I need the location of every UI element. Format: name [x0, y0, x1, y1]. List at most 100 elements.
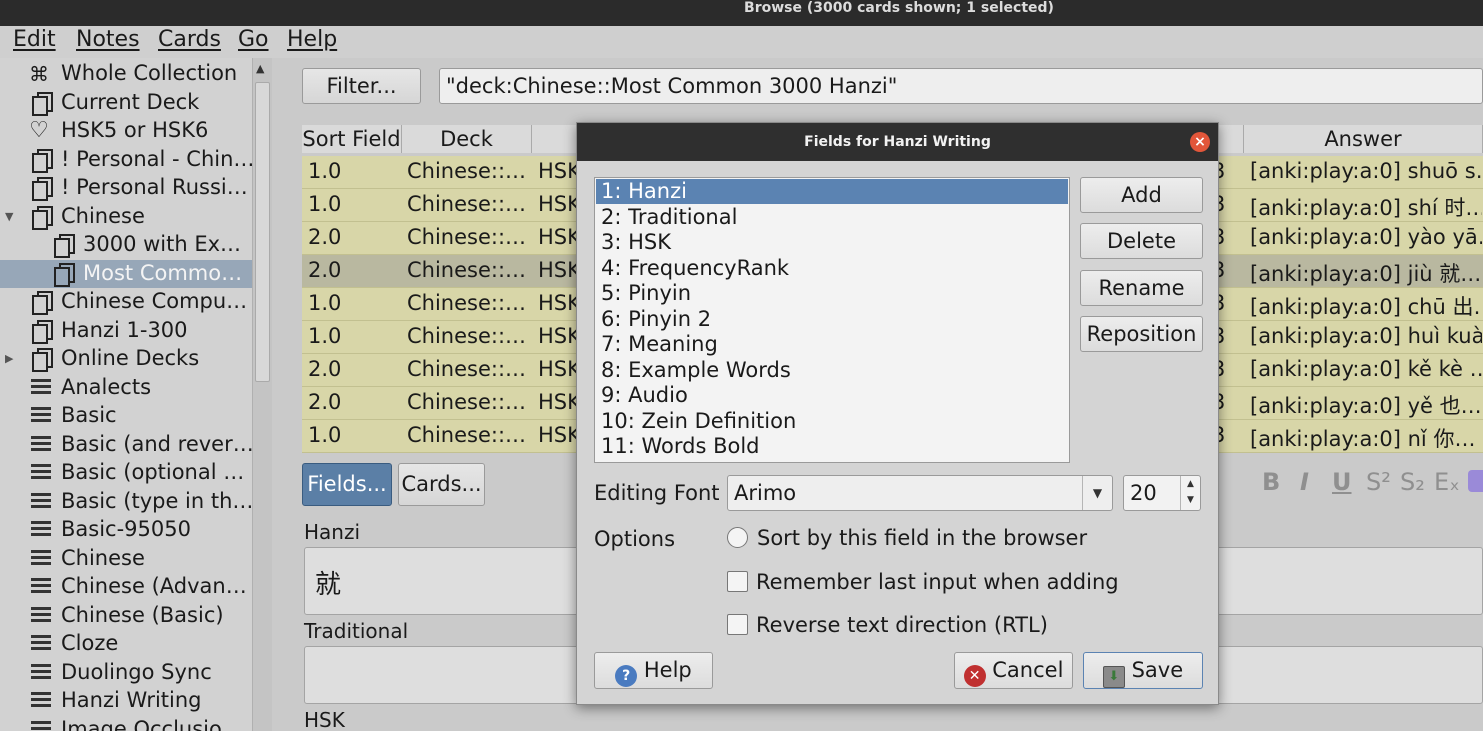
field-list-item[interactable]: 2: Traditional — [596, 205, 1068, 230]
delete-field-button[interactable]: Delete — [1080, 223, 1203, 259]
bold-icon[interactable]: B — [1262, 468, 1280, 496]
field-label-hsk: HSK — [304, 708, 345, 731]
note-type-icon — [30, 662, 52, 684]
note-type-icon — [30, 690, 52, 712]
cell-answer: [anki:play:a:0] nǐ 你… — [1250, 427, 1476, 451]
field-list-item[interactable]: 3: HSK — [596, 230, 1068, 255]
add-field-button[interactable]: Add — [1080, 177, 1203, 213]
field-list-item[interactable]: 7: Meaning — [596, 332, 1068, 357]
editing-font-label: Editing Font — [594, 481, 720, 505]
sidebar-item-note-type[interactable]: Image Occlusio… — [0, 716, 252, 731]
cell-answer: [anki:play:a:0] shuō s… — [1250, 159, 1482, 183]
search-input[interactable]: "deck:Chinese::Most Common 3000 Hanzi" — [439, 68, 1483, 104]
save-icon: ⬇ — [1102, 666, 1125, 688]
remember-last-input-checkbox[interactable] — [727, 571, 748, 592]
menu-notes[interactable]: Notes — [76, 27, 140, 52]
sidebar-item-note-type[interactable]: Chinese — [0, 545, 252, 573]
font-size-spinbox[interactable]: 20 ▲ ▼ — [1123, 475, 1201, 511]
sidebar-item-note-type[interactable]: Basic — [0, 402, 252, 430]
scrollbar-thumb[interactable] — [255, 82, 270, 382]
fields-button[interactable]: Fields... — [302, 463, 392, 506]
sidebar-item-note-type[interactable]: Duolingo Sync — [0, 659, 252, 687]
sidebar-item-note-type[interactable]: Chinese (Basic) — [0, 602, 252, 630]
field-list[interactable]: 1: Hanzi 2: Traditional 3: HSK 4: Freque… — [594, 177, 1070, 463]
sidebar-item-note-type[interactable]: Basic (type in th… — [0, 488, 252, 516]
field-label-traditional: Traditional — [304, 619, 409, 643]
sidebar-item-deck-online[interactable]: ▶ Online Decks — [0, 345, 252, 373]
rename-field-button[interactable]: Rename — [1080, 270, 1203, 306]
color-picker-icon[interactable] — [1468, 470, 1483, 492]
column-header-answer[interactable]: Answer — [1244, 125, 1483, 153]
sort-field-radio[interactable] — [727, 527, 748, 548]
help-button[interactable]: ? Help — [594, 652, 713, 689]
menu-help[interactable]: Help — [287, 27, 337, 52]
fields-dialog: Fields for Hanzi Writing × 1: Hanzi 2: T… — [576, 122, 1219, 705]
scroll-up-icon[interactable]: ▲ — [256, 62, 264, 75]
save-button[interactable]: ⬇ Save — [1083, 652, 1203, 689]
sidebar-item-note-type[interactable]: Basic-95050 — [0, 516, 252, 544]
field-list-item[interactable]: 1: Hanzi — [596, 179, 1068, 204]
note-type-icon — [30, 434, 52, 456]
field-list-item[interactable]: 11: Words Bold — [596, 434, 1068, 459]
cell-question: HSK — [538, 192, 578, 216]
sidebar-item-whole-collection[interactable]: ⌘ Whole Collection — [0, 60, 252, 88]
editing-font-value: Arimo — [734, 481, 797, 505]
expand-arrow-icon[interactable]: ▼ — [5, 210, 13, 223]
collection-icon: ⌘ — [29, 62, 49, 86]
underline-icon[interactable]: U — [1332, 468, 1352, 496]
italic-icon[interactable]: I — [1300, 468, 1309, 496]
sidebar-item-deck[interactable]: Chinese Compu… — [0, 288, 252, 316]
cell-sort-field: 2.0 — [308, 390, 342, 414]
field-list-item[interactable]: 9: Audio — [596, 383, 1068, 408]
collapse-arrow-icon[interactable]: ▶ — [5, 352, 13, 365]
sidebar-item-note-type[interactable]: Hanzi Writing — [0, 687, 252, 715]
field-list-item[interactable]: 5: Pinyin — [596, 281, 1068, 306]
note-type-icon — [30, 576, 52, 598]
cell-deck: Chinese::… — [407, 192, 527, 216]
sidebar-item-note-type[interactable]: Analects — [0, 374, 252, 402]
cell-question: HSK — [538, 390, 578, 414]
rtl-checkbox[interactable] — [727, 614, 748, 635]
cell-question: HSK — [538, 258, 578, 282]
editing-font-select[interactable]: Arimo ▼ — [727, 475, 1113, 511]
cell-answer: [anki:play:a:0] yào yā… — [1250, 225, 1482, 249]
field-list-item[interactable]: 6: Pinyin 2 — [596, 307, 1068, 332]
cancel-button[interactable]: ✕ Cancel — [954, 652, 1073, 689]
cell-deck: Chinese::… — [407, 357, 527, 381]
subscript-icon[interactable]: S₂ — [1400, 468, 1425, 496]
sidebar-item-subdeck[interactable]: 3000 with Ex… — [0, 231, 252, 259]
help-icon: ? — [615, 665, 638, 687]
menu-edit[interactable]: Edit — [13, 27, 56, 52]
field-list-item[interactable]: 8: Example Words — [596, 358, 1068, 383]
column-header-deck[interactable]: Deck — [402, 125, 532, 153]
sidebar-item-current-deck[interactable]: Current Deck — [0, 89, 252, 117]
sidebar-item-deck[interactable]: Hanzi 1-300 — [0, 317, 252, 345]
field-list-item[interactable]: 10: Zein Definition — [596, 409, 1068, 434]
menu-cards[interactable]: Cards — [158, 27, 221, 52]
cell-deck: Chinese::… — [407, 291, 527, 315]
spin-arrows-icon[interactable]: ▲ ▼ — [1180, 476, 1200, 510]
reposition-field-button[interactable]: Reposition — [1080, 316, 1203, 352]
sidebar-item-deck[interactable]: ! Personal - Chin… — [0, 146, 252, 174]
sidebar-item-saved-search[interactable]: ♡ HSK5 or HSK6 — [0, 117, 252, 145]
column-header-sort-field[interactable]: Sort Field — [302, 125, 402, 153]
sidebar-scrollbar[interactable]: ▲ — [252, 58, 272, 731]
sidebar-item-deck[interactable]: ! Personal Russi… — [0, 174, 252, 202]
superscript-icon[interactable]: S² — [1366, 468, 1391, 496]
options-label: Options — [594, 527, 676, 551]
cell-answer: [anki:play:a:0] yě 也… — [1250, 394, 1482, 418]
sidebar-item-deck-chinese[interactable]: ▼ Chinese — [0, 203, 252, 231]
close-icon[interactable]: × — [1190, 132, 1210, 152]
sidebar-item-subdeck-selected[interactable]: Most Commo… — [0, 260, 252, 288]
sidebar-item-note-type[interactable]: Basic (and rever… — [0, 431, 252, 459]
cards-button[interactable]: Cards... — [398, 463, 485, 506]
menu-go[interactable]: Go — [238, 27, 269, 52]
note-type-icon — [30, 519, 52, 541]
filter-button[interactable]: Filter... — [302, 68, 421, 104]
sidebar-item-note-type[interactable]: Cloze — [0, 630, 252, 658]
sidebar-item-note-type[interactable]: Chinese (Advan… — [0, 573, 252, 601]
clear-format-icon[interactable]: Eₓ — [1434, 468, 1460, 496]
cell-question: HSK — [538, 357, 578, 381]
field-list-item[interactable]: 4: FrequencyRank — [596, 256, 1068, 281]
sidebar-item-note-type[interactable]: Basic (optional … — [0, 459, 252, 487]
